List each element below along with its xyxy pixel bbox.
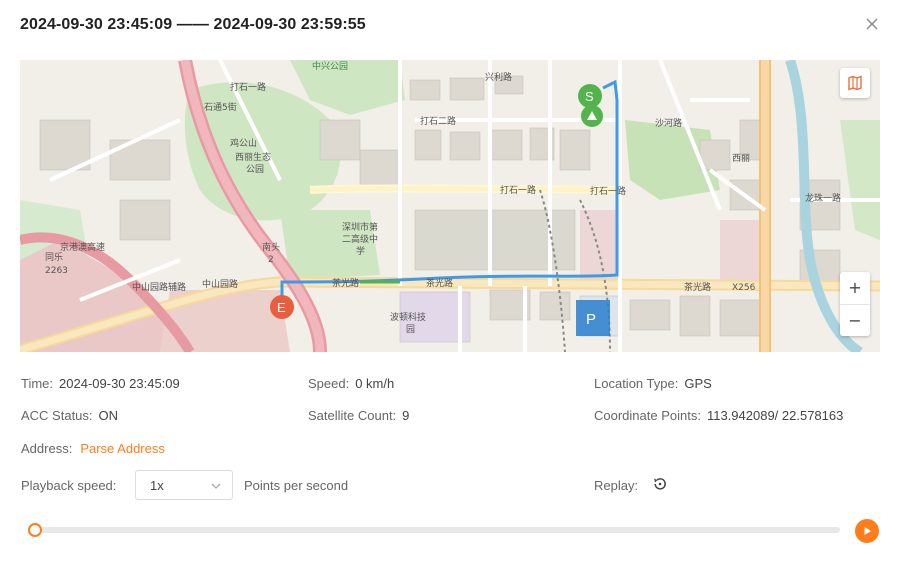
map-label: 打石一路 [590,185,626,197]
coords-field: Coordinate Points: 113.942089/ 22.578163 [594,408,843,423]
map-label: 公园 [246,164,264,175]
map-label: 打石二路 [420,115,456,127]
replay-label: Replay: [594,478,639,493]
satellite-value: 9 [402,408,410,423]
track-map[interactable]: 中兴公园 兴利路 打石一路 打石二路 打石一路 打石一路 沙河路 西丽 龙珠一路… [20,60,880,352]
address-field: Address: Parse Address [21,441,165,456]
map-label: 西丽 [732,153,750,164]
map-label: 学 [356,245,365,257]
svg-text:E: E [277,300,286,315]
playback-progress-track[interactable] [32,527,840,533]
play-icon [864,527,871,535]
coords-value: 113.942089/ 22.578163 [706,408,844,423]
map-canvas: 中兴公园 兴利路 打石一路 打石二路 打石一路 打石一路 沙河路 西丽 龙珠一路… [20,60,880,352]
map-label: 中山园路辅路 [132,281,186,293]
time-field: Time: 2024-09-30 23:45:09 [21,376,180,391]
map-label: 二高级中 [342,233,378,245]
zoom-in-button[interactable]: + [840,272,870,304]
play-button[interactable] [855,519,879,543]
playback-speed-value: 1x [150,478,164,493]
playback-progress-handle[interactable] [28,523,42,537]
dialog-title: 2024-09-30 23:45:09 —— 2024-09-30 23:59:… [20,16,366,33]
map-label: 兴利路 [485,71,512,83]
replay-icon[interactable] [652,476,668,492]
playback-speed-unit: Points per second [244,478,349,493]
playback-speed-select[interactable]: 1x [135,470,233,500]
parse-address-link[interactable]: Parse Address [80,441,165,456]
location-type-label: Location Type: [594,376,679,391]
coords-label: Coordinate Points: [594,408,701,423]
map-label: 西丽生态 [235,151,271,163]
svg-text:P: P [586,311,596,328]
park-area [280,210,380,280]
location-type-value: GPS [684,376,712,391]
location-type-field: Location Type: GPS [594,376,712,391]
close-icon[interactable] [862,14,882,34]
map-label: 打石一路 [500,184,536,196]
map-label: 中山园路 [202,278,238,290]
map-label: 2263 [45,266,68,276]
acc-value: ON [98,408,119,423]
speed-value: 0 km/h [355,376,395,391]
residential-area [580,210,620,280]
map-label: 园 [406,324,415,335]
time-value: 2024-09-30 23:45:09 [59,376,180,391]
map-label: 龙珠一路 [805,192,841,204]
map-label: 鸡公山 [230,137,257,149]
map-label: 波顿科技 [390,311,426,323]
svg-text:S: S [585,89,594,104]
map-layers-icon[interactable] [840,68,870,98]
map-label: 打石一路 [230,81,266,93]
parking-marker: P [576,300,610,336]
map-label: 沙河路 [655,117,682,129]
speed-field: Speed: 0 km/h [308,376,394,391]
map-label: 茶光路 [332,277,359,289]
satellite-label: Satellite Count: [308,408,397,423]
speed-label: Speed: [308,376,350,391]
address-label: Address: [21,441,73,456]
zoom-out-button[interactable]: − [840,304,870,337]
map-label: 深圳市第 [342,221,378,233]
map-label: 中兴公园 [312,60,348,72]
map-label: X256 [732,283,756,293]
acc-field: ACC Status: ON [21,408,118,423]
satellite-field: Satellite Count: 9 [308,408,409,423]
playback-speed-label: Playback speed: [21,478,117,493]
map-label: 2 [268,255,274,265]
zoom-control: + − [840,272,870,336]
map-label: 京港澳高速 [60,241,105,253]
map-label: 南头 [262,241,280,253]
time-label: Time: [21,376,54,391]
map-label: 石通5街 [204,101,237,113]
chevron-down-icon [210,480,222,495]
map-label: 茶光路 [684,281,711,293]
acc-label: ACC Status: [21,408,93,423]
map-label: 茶光路 [426,277,453,289]
end-marker[interactable]: E [270,295,294,319]
